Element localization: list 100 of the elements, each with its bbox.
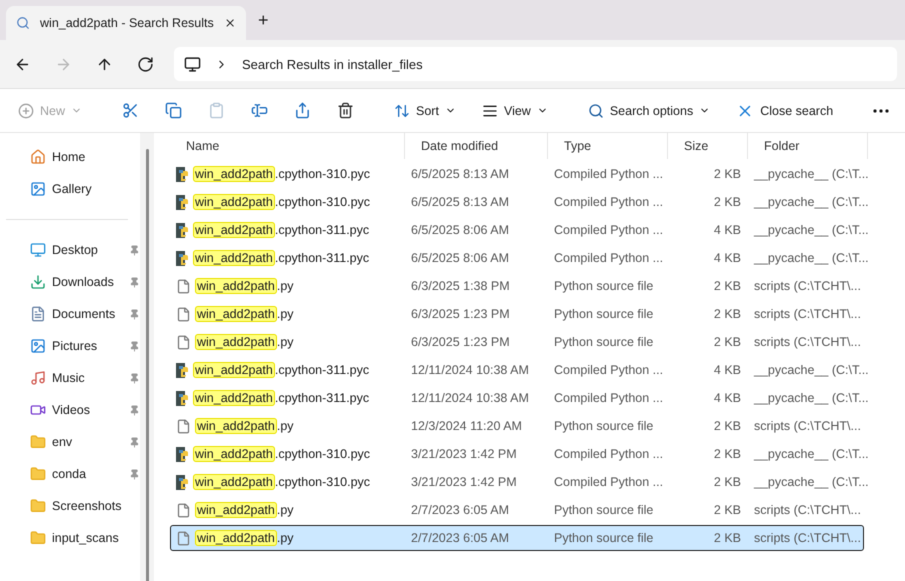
type-text: Compiled Python ... [554, 251, 664, 265]
folder-text: scripts (C:\TCHT\... [754, 531, 861, 545]
type-text: Python source file [554, 307, 654, 321]
file-row[interactable]: win_add2path .py 6/3/2025 1:23 PM Python source file 2 KB scripts (C:\TCHT\... [170, 329, 864, 355]
python-file-icon [176, 446, 189, 462]
size-text: 4 KB [714, 223, 741, 237]
folder-text: __pycache__ (C:\T... [754, 475, 869, 489]
sidebar-label: Gallery [52, 182, 93, 196]
sidebar-label: input_scans [52, 531, 120, 545]
sidebar-item[interactable]: Gallery [0, 173, 140, 205]
file-icon [176, 306, 191, 322]
file-name: win_add2path .py [195, 503, 294, 517]
file-icon [176, 334, 191, 350]
downloads-icon [30, 274, 46, 290]
folder-text: __pycache__ (C:\T... [754, 167, 869, 181]
size-text: 2 KB [714, 307, 741, 321]
sidebar-item[interactable]: env [0, 426, 140, 458]
file-row[interactable]: win_add2path .py 6/3/2025 1:38 PM Python source file 2 KB scripts (C:\TCHT\... [170, 273, 864, 299]
sidebar-item[interactable]: Desktop [0, 234, 140, 266]
trash-icon [337, 102, 354, 119]
clipboard-icon [208, 102, 226, 119]
python-file-icon [176, 390, 189, 406]
share-icon [294, 102, 312, 119]
size-text: 2 KB [714, 335, 741, 349]
sidebar-label: Desktop [52, 243, 99, 257]
sidebar-item[interactable]: Music [0, 362, 140, 394]
file-name: win_add2path .py [195, 307, 294, 321]
gallery-icon [30, 181, 46, 197]
date-text: 3/21/2023 1:42 PM [411, 447, 517, 461]
file-name: win_add2path .cpython-310.pyc [193, 475, 370, 489]
python-file-icon [176, 362, 189, 378]
date-text: 6/5/2025 8:06 AM [411, 251, 509, 265]
column-header[interactable]: Type [548, 133, 668, 159]
file-name: win_add2path .cpython-311.pyc [193, 223, 370, 237]
file-name: win_add2path .cpython-311.pyc [193, 251, 370, 265]
sidebar-item[interactable]: Downloads [0, 266, 140, 298]
folder-text: __pycache__ (C:\T... [754, 195, 869, 209]
size-text: 2 KB [714, 531, 741, 545]
scrollbar-thumb[interactable] [146, 149, 148, 581]
date-text: 12/11/2024 10:38 AM [411, 363, 529, 377]
sidebar-label: Screenshots [52, 499, 122, 513]
python-file-icon [176, 166, 189, 182]
documents-icon [30, 306, 46, 322]
date-text: 12/11/2024 10:38 AM [411, 391, 529, 405]
file-name: win_add2path .cpython-310.pyc [193, 195, 370, 209]
computer-icon [184, 56, 201, 72]
date-text: 6/3/2025 1:23 PM [411, 307, 510, 321]
size-text: 2 KB [714, 279, 741, 293]
sidebar-item[interactable]: Screenshots [0, 490, 140, 522]
file-row[interactable]: win_add2path .py 2/7/2023 6:05 AM Python source file 2 KB scripts (C:\TCHT\... [170, 525, 864, 551]
column-header[interactable]: Folder [748, 133, 868, 159]
column-header[interactable]: Date modified [405, 133, 548, 159]
sidebar-item[interactable]: input_scans [0, 522, 140, 554]
column-header[interactable]: Name [170, 133, 405, 159]
file-icon [176, 278, 191, 294]
search-icon [16, 15, 30, 31]
file-row[interactable]: win_add2path .py 6/3/2025 1:23 PM Python source file 2 KB scripts (C:\TCHT\... [170, 301, 864, 327]
sidebar-item[interactable]: Pictures [0, 330, 140, 362]
folder-text: scripts (C:\TCHT\... [754, 335, 861, 349]
desktop-icon [30, 242, 46, 258]
folder-text: __pycache__ (C:\T... [754, 251, 869, 265]
sidebar-item[interactable]: Home [0, 141, 140, 173]
sidebar-label: Pictures [52, 339, 98, 353]
browser-tab[interactable]: win_add2path - Search Results [6, 6, 246, 40]
file-name: win_add2path .py [195, 531, 294, 545]
file-row[interactable]: win_add2path .py 12/3/2024 11:20 AM Python source file 2 KB scripts (C:\TCHT\... [170, 413, 864, 439]
rename-icon [251, 102, 268, 119]
sidebar-item[interactable]: conda [0, 458, 140, 490]
python-file-icon [176, 474, 189, 490]
type-text: Python source file [554, 335, 654, 349]
address-bar[interactable]: Search Results in installer_files [174, 47, 897, 81]
size-text: 4 KB [714, 363, 741, 377]
date-text: 3/21/2023 1:42 PM [411, 475, 517, 489]
file-row[interactable]: win_add2path .py 2/7/2023 6:05 AM Python source file 2 KB scripts (C:\TCHT\... [170, 497, 864, 523]
file-name: win_add2path .cpython-310.pyc [193, 447, 370, 461]
music-icon [30, 370, 46, 386]
folder-icon [30, 498, 46, 514]
close-search-button[interactable]: Close search [726, 94, 844, 126]
sidebar-item[interactable]: Documents [0, 298, 140, 330]
new-tab-button[interactable]: + [254, 6, 273, 34]
date-text: 6/3/2025 1:38 PM [411, 279, 510, 293]
search-options-button[interactable]: Search options [578, 94, 720, 126]
size-text: 2 KB [714, 167, 741, 181]
sort-button[interactable]: Sort [384, 94, 466, 126]
sidebar-label: Downloads [52, 275, 115, 289]
folder-text: __pycache__ (C:\T... [754, 223, 869, 237]
type-text: Compiled Python ... [554, 475, 664, 489]
file-icon [176, 502, 191, 518]
sidebar-item[interactable]: Videos [0, 394, 140, 426]
folder-icon [30, 466, 46, 482]
type-text: Python source file [554, 531, 654, 545]
view-button[interactable]: View [472, 94, 558, 126]
date-text: 6/5/2025 8:13 AM [411, 195, 509, 209]
date-text: 6/5/2025 8:06 AM [411, 223, 509, 237]
refresh-icon [137, 56, 154, 72]
pictures-icon [30, 338, 46, 354]
date-text: 6/5/2025 8:13 AM [411, 167, 509, 181]
type-text: Python source file [554, 419, 654, 433]
type-text: Compiled Python ... [554, 447, 664, 461]
column-header[interactable]: Size [668, 133, 748, 159]
